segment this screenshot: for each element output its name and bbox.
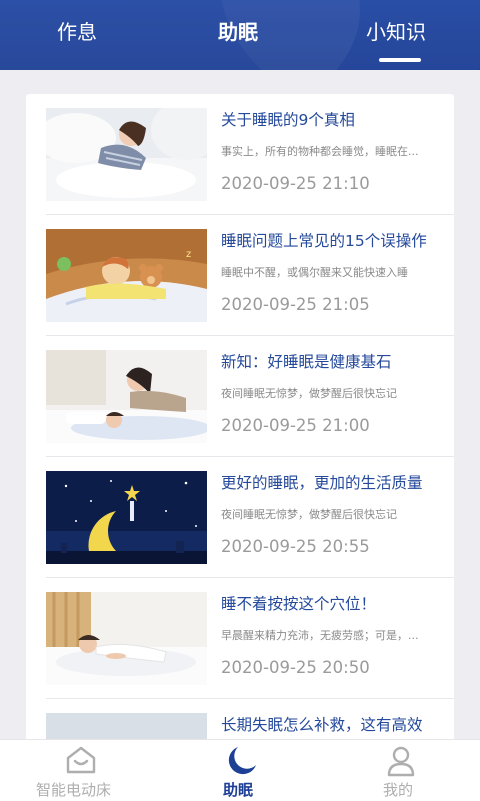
article-time: 2020-09-25 21:10 <box>221 174 370 193</box>
article-title: 睡眠问题上常见的15个误操作 <box>221 232 427 250</box>
article-title: 长期失眠怎么补救，这有高效 <box>221 716 423 734</box>
smart-bed-house-icon <box>64 745 98 779</box>
article-item[interactable]: 新知：好睡眠是健康基石 夜间睡眠无惊梦，做梦醒后很快忘记 2020-09-25 … <box>46 336 454 457</box>
article-summary: 夜间睡眠无惊梦，做梦醒后很快忘记 <box>221 508 397 521</box>
bottom-navigation: 智能电动床 助眠 我的 <box>0 739 480 801</box>
article-list: 关于睡眠的9个真相 事实上，所有的物种都会睡觉，睡眠在... 2020-09-2… <box>26 94 454 754</box>
article-item[interactable]: 更好的睡眠，更加的生活质量 夜间睡眠无惊梦，做梦醒后很快忘记 2020-09-2… <box>46 457 454 578</box>
nav-label: 我的 <box>383 781 414 799</box>
article-summary: 夜间睡眠无惊梦，做梦醒后很快忘记 <box>221 387 397 400</box>
article-thumbnail <box>46 350 207 443</box>
crescent-moon-icon <box>224 745 258 781</box>
article-summary: 睡眠中不醒，或偶尔醒来又能快速入睡 <box>221 266 408 279</box>
svg-text:z: z <box>186 249 191 260</box>
nav-profile[interactable]: 我的 <box>382 740 422 801</box>
article-summary: 事实上，所有的物种都会睡觉，睡眠在... <box>221 145 419 158</box>
nav-sleep-aid[interactable]: 助眠 <box>222 740 262 801</box>
article-title: 更好的睡眠，更加的生活质量 <box>221 474 423 492</box>
tab-schedule[interactable]: 作息 <box>57 19 97 45</box>
tab-knowledge[interactable]: 小知识 <box>366 19 426 45</box>
article-time: 2020-09-25 21:05 <box>221 295 370 314</box>
article-thumbnail <box>46 471 207 564</box>
article-summary: 早晨醒来精力充沛，无疲劳感；可是，... <box>221 629 419 642</box>
article-thumbnail <box>46 108 207 201</box>
article-time: 2020-09-25 21:00 <box>221 416 370 435</box>
nav-label: 助眠 <box>223 781 254 799</box>
tab-sleep-aid[interactable]: 助眠 <box>218 19 258 45</box>
nav-smart-bed[interactable]: 智能电动床 <box>36 740 126 801</box>
article-thumbnail <box>46 592 207 685</box>
article-title: 关于睡眠的9个真相 <box>221 111 355 129</box>
article-time: 2020-09-25 20:55 <box>221 537 370 556</box>
article-time: 2020-09-25 20:50 <box>221 658 370 677</box>
article-item[interactable]: z 睡眠问题上常见的15个误操作 睡眠中不醒，或偶尔醒来又能快速入睡 2020-… <box>46 215 454 336</box>
article-title: 新知：好睡眠是健康基石 <box>221 353 392 371</box>
nav-label: 智能电动床 <box>36 781 112 799</box>
active-tab-indicator <box>379 58 421 62</box>
article-item[interactable]: 睡不着按按这个穴位！ 早晨醒来精力充沛，无疲劳感；可是，... 2020-09-… <box>46 578 454 699</box>
article-item[interactable]: 关于睡眠的9个真相 事实上，所有的物种都会睡觉，睡眠在... 2020-09-2… <box>46 94 454 215</box>
user-profile-icon <box>385 745 417 781</box>
article-thumbnail: z <box>46 229 207 322</box>
top-header: 作息 助眠 小知识 <box>0 0 480 70</box>
article-title: 睡不着按按这个穴位！ <box>221 595 377 613</box>
